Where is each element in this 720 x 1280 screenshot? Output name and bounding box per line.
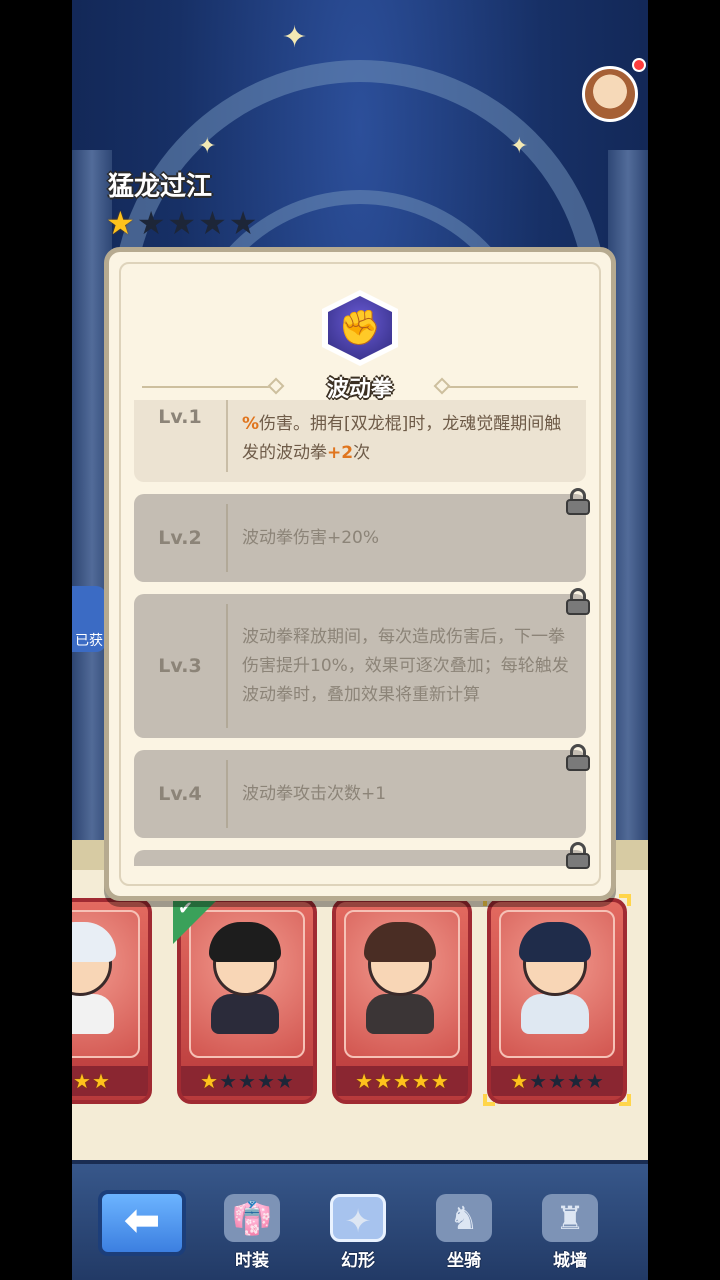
- skill-popup-overlay: ✊ 波动拳 Lv.1 %伤害。拥有[双龙棍]时，龙魂觉醒期间触发的波动拳+2次 Lv…: [0, 0, 720, 1280]
- lock-icon: [566, 588, 590, 615]
- level-label: Lv.4: [158, 783, 202, 805]
- level-divider: [226, 604, 228, 728]
- description-text: 次: [353, 443, 371, 463]
- lock-icon: [566, 744, 590, 771]
- level-label: Lv.2: [158, 527, 202, 549]
- level-description: 波动拳伤害+20%: [242, 527, 380, 548]
- skill-name: 波动拳: [326, 377, 393, 402]
- lock-icon: [566, 488, 590, 515]
- level-divider: [226, 504, 228, 572]
- level-divider: [226, 400, 228, 472]
- skill-level-row: Lv.4 波动拳攻击次数+1: [134, 750, 586, 838]
- skill-level-row: Lv.2 波动拳伤害+20%: [134, 494, 586, 582]
- level-description: 波动拳攻击次数+1: [242, 783, 387, 804]
- level-label: Lv.3: [158, 655, 202, 677]
- skill-level-row: Lv.3 波动拳释放期间，每次造成伤害后，下一拳伤害提升10%，效果可逐次叠加；每…: [134, 594, 586, 738]
- level-description: 波动拳释放期间，每次造成伤害后，下一拳伤害提升10%，效果可逐次叠加；每轮触发波…: [242, 626, 569, 705]
- skill-level-row-partial: [134, 850, 586, 866]
- highlight-value: %: [242, 414, 260, 434]
- skill-level-list[interactable]: Lv.1 %伤害。拥有[双龙棍]时，龙魂觉醒期间触发的波动拳+2次 Lv.2 波动拳伤…: [134, 400, 588, 866]
- level-divider: [226, 760, 228, 828]
- lock-icon: [566, 842, 590, 869]
- skill-level-row: Lv.1 %伤害。拥有[双龙棍]时，龙魂觉醒期间触发的波动拳+2次: [134, 400, 586, 482]
- description-text: 伤害。拥有[双龙棍]时，龙魂觉醒期间触发的波动拳: [242, 414, 562, 463]
- level-label: Lv.1: [158, 406, 202, 428]
- highlight-value: +2: [327, 443, 354, 463]
- level-description: %伤害。拥有[双龙棍]时，龙魂觉醒期间触发的波动拳+2次: [242, 400, 572, 482]
